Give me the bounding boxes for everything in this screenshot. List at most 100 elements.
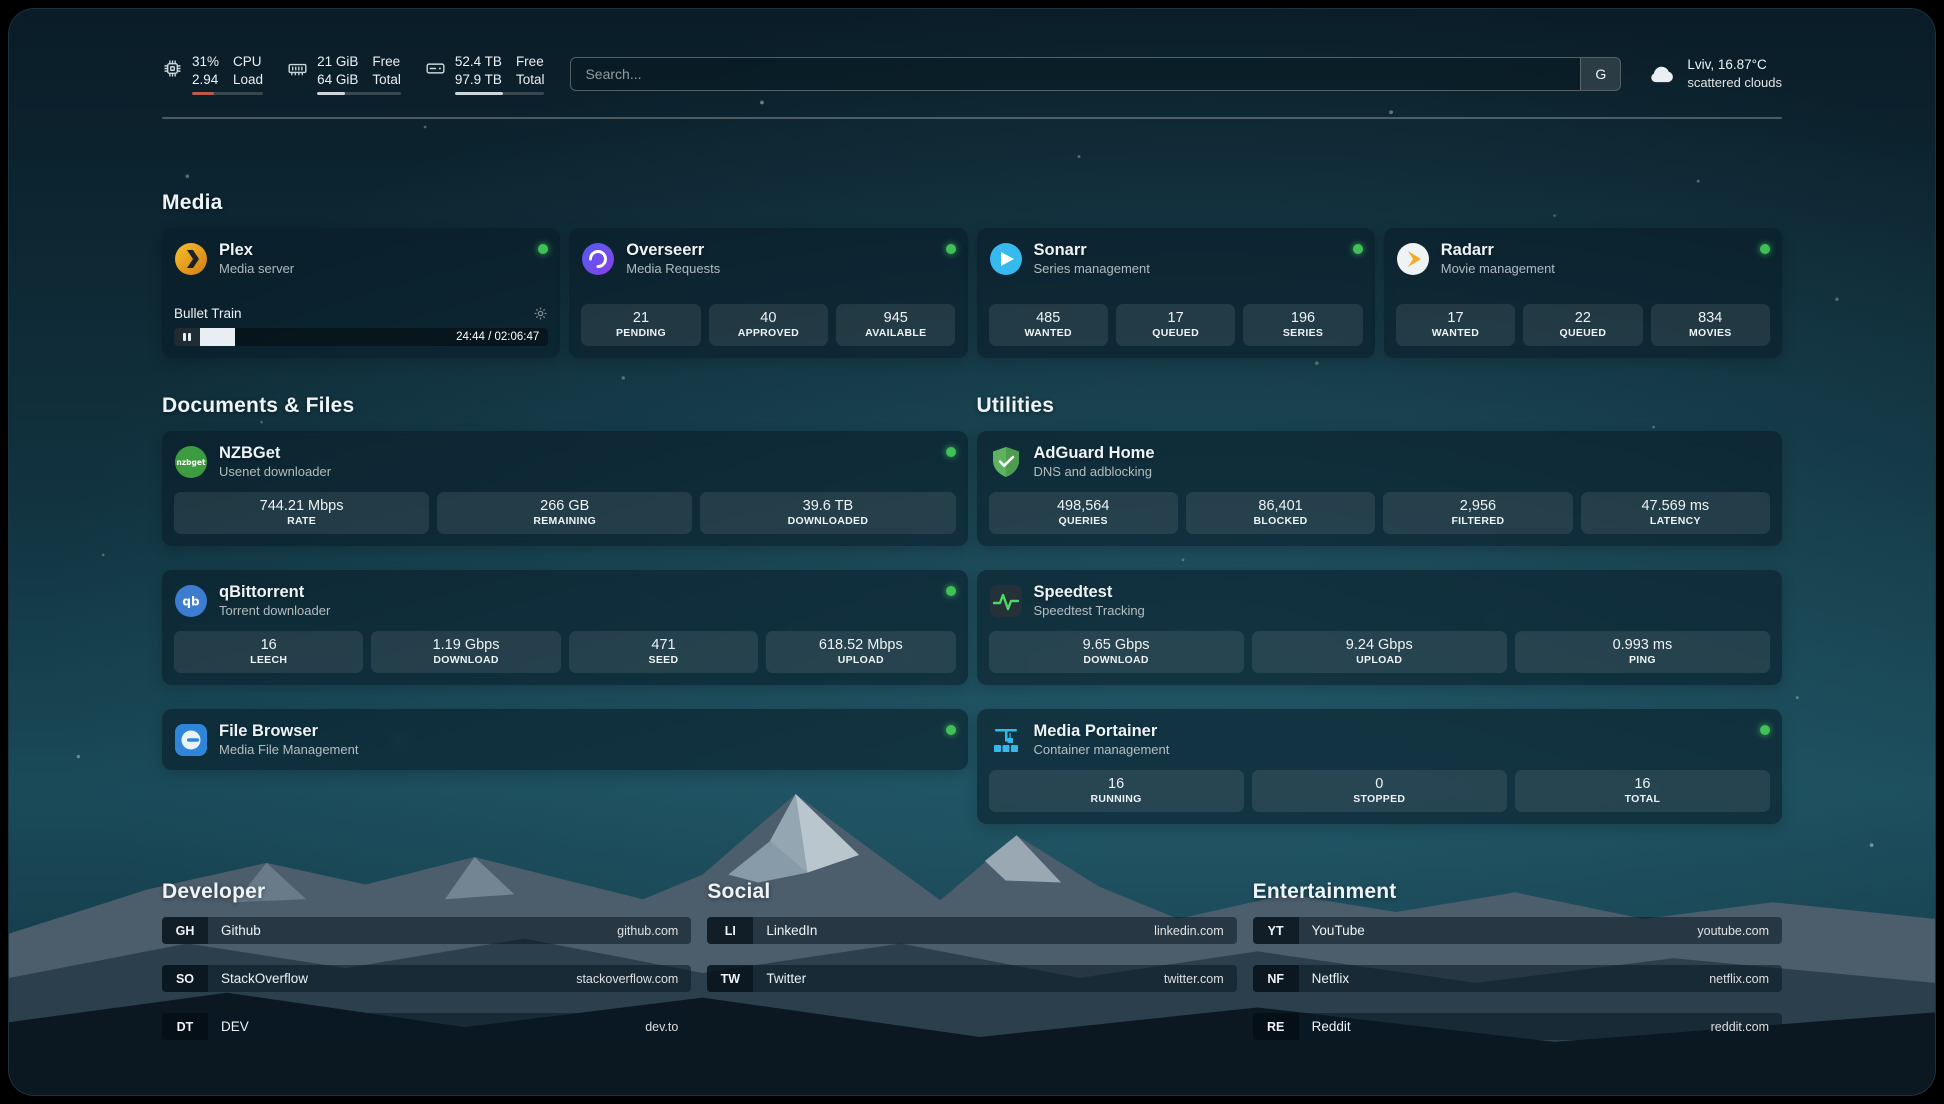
cpu-label: CPU <box>233 53 263 71</box>
bookmark-abbr: TW <box>707 965 753 992</box>
stat-rate: 744.21 Mbps RATE <box>174 492 429 534</box>
stat-upload: 9.24 Gbps UPLOAD <box>1252 631 1507 673</box>
app-card-adguard[interactable]: AdGuard Home DNS and adblocking 498,564 … <box>977 431 1783 546</box>
app-name: Plex <box>219 240 294 261</box>
bookmark-netflix[interactable]: NF Netflix netflix.com <box>1253 965 1782 992</box>
storage-usage-fill <box>455 92 503 95</box>
bookmark-abbr: LI <box>707 917 753 944</box>
dashboard-screen: 31% 2.94 CPU Load <box>8 8 1936 1096</box>
app-card-filebrowser[interactable]: File Browser Media File Management <box>162 709 968 770</box>
gear-icon[interactable] <box>533 306 548 321</box>
cpu-percent-value: 31% <box>192 53 219 71</box>
app-description: Movie management <box>1441 261 1555 277</box>
stat-series: 196 SERIES <box>1243 304 1362 346</box>
plex-progress-bar[interactable]: 24:44 / 02:06:47 <box>174 328 548 346</box>
storage-free-label: Free <box>516 53 545 71</box>
app-card-nzbget[interactable]: nzbget NZBGet Usenet downloader 744.21 M… <box>162 431 968 546</box>
topbar-divider <box>162 117 1782 119</box>
cpu-icon <box>162 58 183 79</box>
memory-free-label: Free <box>372 53 401 71</box>
app-card-sonarr[interactable]: Sonarr Series management 485 WANTED 17 Q… <box>977 228 1375 358</box>
bookmark-url: youtube.com <box>1697 924 1769 938</box>
status-online-dot <box>538 244 548 254</box>
section-developer: Developer GH Github github.com SO StackO… <box>162 880 691 1040</box>
stat-blocked: 86,401 BLOCKED <box>1186 492 1375 534</box>
speedtest-icon <box>989 584 1023 618</box>
app-name: NZBGet <box>219 443 331 464</box>
nzbget-icon: nzbget <box>174 445 208 479</box>
stat-movies: 834 MOVIES <box>1651 304 1770 346</box>
bookmark-stackoverflow[interactable]: SO StackOverflow stackoverflow.com <box>162 965 691 992</box>
app-description: Usenet downloader <box>219 464 331 480</box>
bookmark-abbr: DT <box>162 1013 208 1040</box>
app-description: Series management <box>1034 261 1150 277</box>
cpu-usage-fill <box>192 92 214 95</box>
plex-icon <box>174 242 208 276</box>
section-title-utilities: Utilities <box>977 394 1783 418</box>
bookmark-youtube[interactable]: YT YouTube youtube.com <box>1253 917 1782 944</box>
bookmark-url: reddit.com <box>1711 1020 1769 1034</box>
bookmark-abbr: SO <box>162 965 208 992</box>
app-description: DNS and adblocking <box>1034 464 1155 480</box>
radarr-icon <box>1396 242 1430 276</box>
status-online-dot <box>946 244 956 254</box>
app-description: Container management <box>1034 742 1170 758</box>
stat-seed: 471 SEED <box>569 631 758 673</box>
section-utilities: Utilities AdGuard Home DNS and adblockin… <box>977 394 1783 824</box>
qbittorrent-icon: qb <box>174 584 208 618</box>
storage-free-value: 52.4 TB <box>455 53 502 71</box>
stat-download: 1.19 Gbps DOWNLOAD <box>371 631 560 673</box>
app-card-overseerr[interactable]: Overseerr Media Requests 21 PENDING 40 A… <box>569 228 967 358</box>
storage-usage-bar <box>455 92 545 95</box>
stat-running: 16 RUNNING <box>989 770 1244 812</box>
bookmark-github[interactable]: GH Github github.com <box>162 917 691 944</box>
app-name: Speedtest <box>1034 582 1145 603</box>
stat-download: 9.65 Gbps DOWNLOAD <box>989 631 1244 673</box>
stat-total: 16 TOTAL <box>1515 770 1770 812</box>
bookmark-abbr: YT <box>1253 917 1299 944</box>
app-card-radarr[interactable]: Radarr Movie management 17 WANTED 22 QUE… <box>1384 228 1782 358</box>
bookmark-linkedin[interactable]: LI LinkedIn linkedin.com <box>707 917 1236 944</box>
app-description: Media server <box>219 261 294 277</box>
section-media: Media Plex Media server Bullet <box>162 191 1782 358</box>
sonarr-icon <box>989 242 1023 276</box>
section-title-entertainment: Entertainment <box>1253 880 1782 904</box>
memory-usage-fill <box>317 92 345 95</box>
playback-progress-fill <box>200 328 235 346</box>
stat-latency: 47.569 ms LATENCY <box>1581 492 1770 534</box>
app-description: Media Requests <box>626 261 720 277</box>
app-card-plex[interactable]: Plex Media server Bullet Train <box>162 228 560 358</box>
app-card-portainer[interactable]: Media Portainer Container management 16 … <box>977 709 1783 824</box>
app-card-speedtest[interactable]: Speedtest Speedtest Tracking 9.65 Gbps D… <box>977 570 1783 685</box>
section-title-social: Social <box>707 880 1236 904</box>
bookmark-url: twitter.com <box>1164 972 1224 986</box>
memory-readout: 21 GiB 64 GiB Free Total <box>317 53 401 95</box>
search-input[interactable] <box>571 58 1580 90</box>
section-social: Social LI LinkedIn linkedin.com TW Twitt… <box>707 880 1236 992</box>
bookmark-reddit[interactable]: RE Reddit reddit.com <box>1253 1013 1782 1040</box>
storage-icon <box>425 58 446 79</box>
section-title-developer: Developer <box>162 880 691 904</box>
stat-wanted: 17 WANTED <box>1396 304 1515 346</box>
status-online-dot <box>1353 244 1363 254</box>
plex-now-playing: Bullet Train <box>174 306 548 321</box>
stat-queries: 498,564 QUERIES <box>989 492 1178 534</box>
portainer-icon <box>989 723 1023 757</box>
dashboard-content: 31% 2.94 CPU Load <box>162 9 1782 1040</box>
bookmark-url: dev.to <box>645 1020 678 1034</box>
overseerr-icon <box>581 242 615 276</box>
stat-filtered: 2,956 FILTERED <box>1383 492 1572 534</box>
memory-usage-widget: 21 GiB 64 GiB Free Total <box>287 53 401 95</box>
svg-text:nzbget: nzbget <box>176 458 206 467</box>
pause-icon[interactable] <box>174 328 200 346</box>
stat-leech: 16 LEECH <box>174 631 363 673</box>
bookmark-twitter[interactable]: TW Twitter twitter.com <box>707 965 1236 992</box>
app-card-qbittorrent[interactable]: qb qBittorrent Torrent downloader 16 <box>162 570 968 685</box>
search-engine-button[interactable]: G <box>1580 58 1620 90</box>
bookmark-name: Reddit <box>1312 1019 1351 1034</box>
weather-widget: Lviv, 16.87°C scattered clouds <box>1647 56 1782 92</box>
bookmark-dev[interactable]: DT DEV dev.to <box>162 1013 691 1040</box>
cpu-load-label: Load <box>233 71 263 89</box>
stat-remaining: 266 GB REMAINING <box>437 492 692 534</box>
topbar: 31% 2.94 CPU Load <box>162 53 1782 95</box>
